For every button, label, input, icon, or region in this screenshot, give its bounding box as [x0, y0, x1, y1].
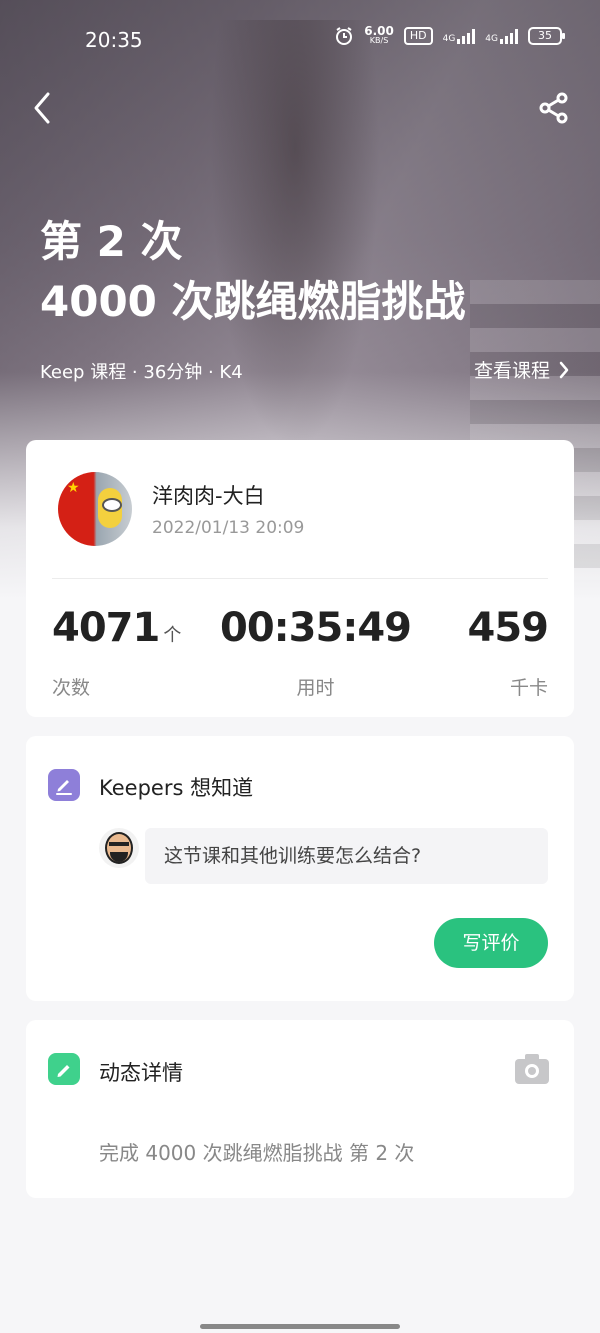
camera-icon — [515, 1054, 549, 1084]
stat-count: 4071 个 次数 — [52, 605, 181, 700]
keepers-question[interactable]: 这节课和其他训练要怎么结合? — [145, 828, 548, 884]
divider — [52, 578, 548, 579]
cartoon-face — [105, 832, 133, 864]
feed-title: 动态详情 — [99, 1061, 183, 1085]
star-icon: ★ — [67, 480, 80, 496]
battery-icon: 35 — [528, 27, 565, 45]
user-name[interactable]: 洋肉肉-大白 — [152, 480, 265, 510]
stat-duration-label: 用时 — [296, 677, 335, 699]
chevron-right-icon — [559, 361, 569, 378]
back-button[interactable] — [28, 90, 58, 126]
status-icons: 6.00 KB/S HD 4G 4G 35 — [334, 24, 565, 46]
home-indicator[interactable] — [200, 1324, 400, 1329]
course-title: 4000 次跳绳燃脂挑战 — [40, 277, 466, 326]
course-meta: Keep 课程 · 36分钟 · K4 — [40, 362, 243, 383]
workout-summary-card: ★ 洋肉肉-大白 2022/01/13 20:09 4071 个 次数 00:35… — [26, 440, 574, 717]
keepers-title: Keepers 想知道 — [99, 776, 254, 800]
workout-date: 2022/01/13 20:09 — [152, 518, 305, 538]
user-avatar[interactable]: ★ — [58, 472, 132, 546]
stat-duration: 00:35:49 用时 — [220, 605, 412, 700]
feed-detail-card: 动态详情 完成 4000 次跳绳燃脂挑战 第 2 次 — [26, 1020, 574, 1198]
keepers-card: Keepers 想知道 这节课和其他训练要怎么结合? 写评价 — [26, 736, 574, 1001]
share-icon — [539, 92, 568, 124]
net-speed: 6.00 KB/S — [364, 24, 394, 45]
page-title: 第 2 次 4000 次跳绳燃脂挑战 — [40, 212, 466, 332]
stat-calories-label: 千卡 — [509, 677, 548, 699]
stat-duration-value: 00:35:49 — [220, 605, 412, 651]
stat-count-value: 4071 — [52, 605, 160, 651]
feed-text: 完成 4000 次跳绳燃脂挑战 第 2 次 — [99, 1141, 415, 1165]
signal-icon-2: 4G — [485, 28, 518, 44]
signal-icon-1: 4G — [443, 28, 476, 44]
view-course-link[interactable]: 查看课程 — [474, 356, 570, 383]
stat-calories: 459 千卡 — [468, 605, 549, 700]
alarm-icon — [336, 27, 353, 45]
hd-icon: HD — [403, 27, 433, 45]
status-time: 20:35 — [85, 28, 143, 52]
write-review-button[interactable]: 写评价 — [434, 918, 548, 968]
edit-icon — [48, 1053, 80, 1085]
camera-button[interactable] — [514, 1053, 550, 1085]
stat-count-label: 次数 — [52, 677, 91, 699]
stat-count-unit: 个 — [163, 625, 182, 646]
pencil-icon — [48, 769, 80, 801]
keeper-avatar — [99, 828, 139, 868]
stat-calories-value: 459 — [467, 605, 549, 651]
view-course-label: 查看课程 — [473, 360, 550, 382]
session-count: 第 2 次 — [40, 217, 183, 266]
status-bar: 20:35 6.00 KB/S HD 4G 4G 35 — [0, 0, 600, 78]
chevron-left-icon — [34, 92, 50, 124]
minion-figure — [98, 488, 122, 528]
share-button[interactable] — [538, 92, 570, 124]
